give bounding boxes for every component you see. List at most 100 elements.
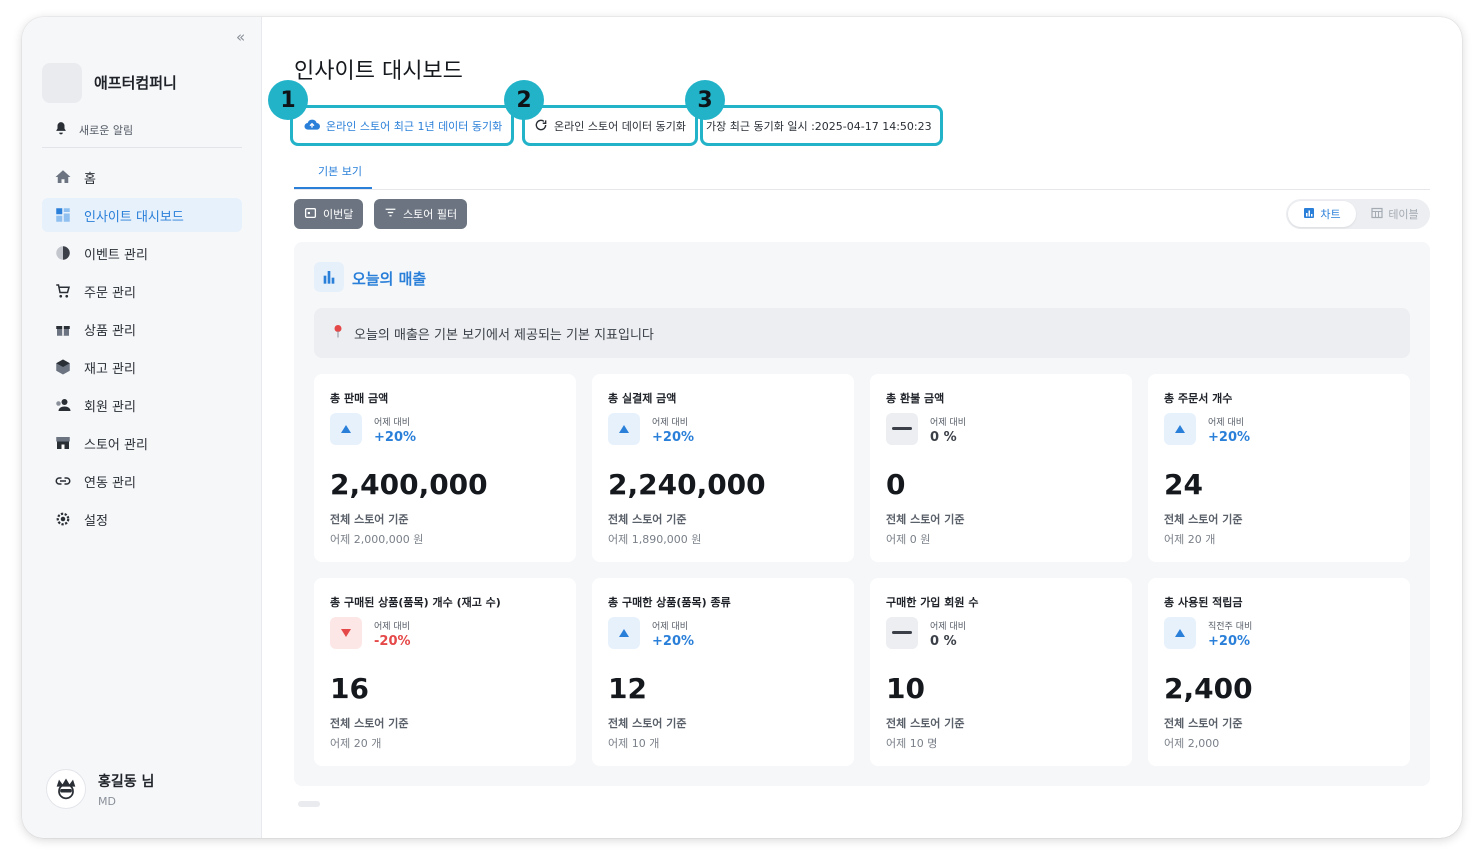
sidebar-item-label: 인사이트 대시보드 [84,209,184,225]
info-box: 오늘의 매출은 기본 보기에서 제공되는 기본 지표입니다 [314,308,1410,358]
metric-title: 구매한 가입 회원 수 [886,596,979,609]
metric-compare-label: 어제 대비 [930,622,966,632]
app-window: « 애프터컴퍼니 새로운 알림 홈 인사이트 대시보드 이벤트 관리 주문 관리… [22,17,1462,838]
metric-card: 총 사용된 적립금 직전주 대비 +20% 2,400 전체 스토어 기준 어제… [1148,578,1410,766]
sidebar-item-label: 재고 관리 [84,361,136,377]
home-icon [54,168,72,186]
metric-basis: 전체 스토어 기준 [330,717,409,730]
trend-up-icon [1164,617,1196,649]
sidebar-item-inventory[interactable]: 재고 관리 [42,350,242,384]
sidebar-item-members[interactable]: 회원 관리 [42,388,242,422]
notification-link[interactable]: 새로운 알림 [54,121,133,138]
metric-title: 총 구매한 상품(품목) 종류 [608,596,731,609]
user-profile[interactable]: 홍길동 님 MD [46,769,154,809]
avatar [46,769,86,809]
tab-active-indicator [294,187,372,189]
table-view-button[interactable]: 테이블 [1362,201,1428,227]
bar-chart-icon [314,262,344,292]
metric-compare-value: +20% [652,430,695,445]
metric-previous: 어제 0 원 [886,533,931,546]
metric-value: 2,400 [1164,672,1253,705]
metric-compare-value: +20% [1208,634,1251,649]
metric-card: 총 실결제 금액 어제 대비 +20% 2,240,000 전체 스토어 기준 … [592,374,854,562]
settings-icon [54,510,72,528]
trend-flat-icon [886,413,918,445]
sidebar-item-insight-dashboard[interactable]: 인사이트 대시보드 [42,198,242,232]
sync-label: 온라인 스토어 데이터 동기화 [554,120,686,133]
user-name: 홍길동 님 [98,773,155,790]
metric-compare-value: +20% [652,634,695,649]
metric-compare-value: 0 % [930,430,957,445]
sidebar-item-label: 홈 [84,171,96,187]
main-content: 인사이트 대시보드 온라인 스토어 최근 1년 데이터 동기화 온라인 스토어 … [262,17,1462,838]
sidebar-item-stores[interactable]: 스토어 관리 [42,426,242,460]
metric-title: 총 실결제 금액 [608,392,677,405]
sync-1y-button[interactable]: 온라인 스토어 최근 1년 데이터 동기화 [296,113,510,139]
chart-view-button[interactable]: 차트 [1288,201,1356,227]
sidebar-nav: 홈 인사이트 대시보드 이벤트 관리 주문 관리 상품 관리 재고 관리 회원 … [42,160,242,540]
metric-basis: 전체 스토어 기준 [608,717,687,730]
next-section-placeholder [298,801,320,807]
collapse-sidebar-icon[interactable]: « [236,28,245,46]
metric-card: 구매한 가입 회원 수 어제 대비 0 % 10 전체 스토어 기준 어제 10… [870,578,1132,766]
sidebar-item-home[interactable]: 홈 [42,160,242,194]
last-sync-info: 가장 최근 동기화 일시 :2025-04-17 14:50:23 [700,113,940,139]
metric-compare-label: 어제 대비 [1208,418,1244,428]
metric-card: 총 판매 금액 어제 대비 +20% 2,400,000 전체 스토어 기준 어… [314,374,576,562]
store-filter-button[interactable]: 스토어 필터 [374,199,468,229]
metric-previous: 어제 2,000 [1164,737,1220,750]
sidebar-item-orders[interactable]: 주문 관리 [42,274,242,308]
month-filter-label: 이번달 [323,208,354,221]
metric-basis: 전체 스토어 기준 [886,513,965,526]
callout-badge-1: 1 [268,80,308,120]
metric-card: 총 환불 금액 어제 대비 0 % 0 전체 스토어 기준 어제 0 원 [870,374,1132,562]
metric-value: 10 [886,672,925,705]
user-role: MD [98,794,116,808]
sidebar-item-events[interactable]: 이벤트 관리 [42,236,242,270]
cart-icon [54,282,72,300]
box-icon [54,358,72,376]
trend-up-icon [1164,413,1196,445]
metric-compare-label: 어제 대비 [652,418,688,428]
sync-1y-label: 온라인 스토어 최근 1년 데이터 동기화 [326,120,503,133]
sidebar-item-label: 이벤트 관리 [84,247,148,263]
today-sales-panel: 오늘의 매출 오늘의 매출은 기본 보기에서 제공되는 기본 지표입니다 총 판… [294,242,1430,786]
gift-icon [54,320,72,338]
notification-label: 새로운 알림 [79,123,134,137]
sidebar-item-label: 설정 [84,513,108,529]
metric-value: 24 [1164,468,1203,501]
metric-compare-label: 어제 대비 [652,622,688,632]
sync-button[interactable]: 온라인 스토어 데이터 동기화 [526,113,694,139]
sidebar-item-products[interactable]: 상품 관리 [42,312,242,346]
metric-card: 총 주문서 개수 어제 대비 +20% 24 전체 스토어 기준 어제 20 개 [1148,374,1410,562]
store-filter-label: 스토어 필터 [403,208,458,221]
month-filter-button[interactable]: 이번달 [294,199,364,229]
metric-previous: 어제 10 개 [608,737,660,750]
metric-compare-value: +20% [374,430,417,445]
cloud-upload-icon [304,117,320,136]
section-title: 오늘의 매출 [352,270,427,288]
sidebar-item-label: 회원 관리 [84,399,136,415]
metric-title: 총 주문서 개수 [1164,392,1233,405]
calendar-icon [304,206,317,222]
brand-logo [42,63,82,103]
metric-value: 16 [330,672,369,705]
sidebar-divider [42,147,242,148]
bar-chart-icon [1303,207,1315,222]
metric-title: 총 환불 금액 [886,392,945,405]
metric-basis: 전체 스토어 기준 [1164,513,1243,526]
filter-icon [384,206,397,222]
link-icon [54,472,72,490]
sidebar-item-settings[interactable]: 설정 [42,502,242,536]
sidebar-item-integrations[interactable]: 연동 관리 [42,464,242,498]
metric-title: 총 판매 금액 [330,392,389,405]
metric-previous: 어제 2,000,000 원 [330,533,424,546]
trend-flat-icon [886,617,918,649]
trend-up-icon [608,617,640,649]
metric-compare-label: 어제 대비 [374,418,410,428]
store-icon [54,434,72,452]
tab-basic-view[interactable]: 기본 보기 [318,163,362,179]
users-icon [54,396,72,414]
callout-badge-2: 2 [504,80,544,120]
info-text: 오늘의 매출은 기본 보기에서 제공되는 기본 지표입니다 [354,327,654,343]
